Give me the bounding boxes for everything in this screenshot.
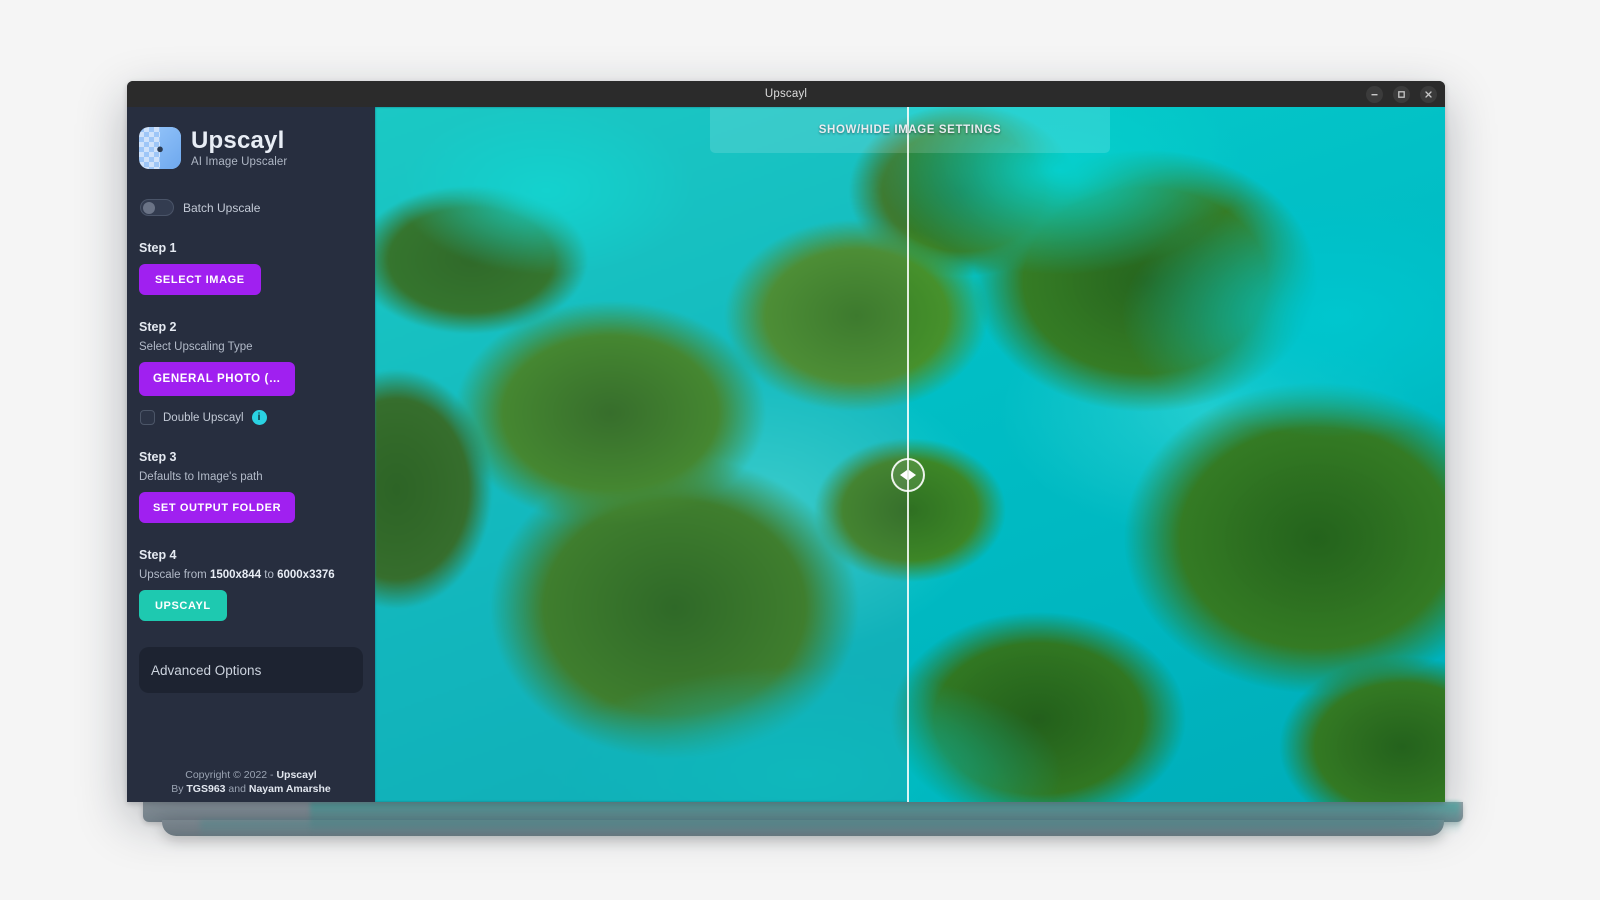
step-1-title: Step 1 [139,241,177,255]
sidebar-footer: Copyright © 2022 - Upscayl By TGS963 and… [127,768,375,802]
window-body: ● Upscayl AI Image Upscaler Batch Upscal… [127,107,1445,802]
logo-glyph-icon: ● [156,140,164,156]
sidebar-content: ● Upscayl AI Image Upscaler Batch Upscal… [127,125,375,768]
set-output-folder-button[interactable]: SET OUTPUT FOLDER [139,492,296,523]
double-upscayl-checkbox[interactable] [140,410,155,425]
footer-copyright-prefix: Copyright © 2022 - [185,768,277,781]
window-title: Upscayl [764,88,808,100]
upscaling-type-select[interactable]: GENERAL PHOTO (… [139,362,296,396]
upscale-prefix: Upscale from [139,569,210,581]
footer-author-1: TGS963 [186,782,226,795]
show-hide-image-settings-label: SHOW/HIDE IMAGE SETTINGS [818,124,1002,136]
show-hide-image-settings-button[interactable]: SHOW/HIDE IMAGE SETTINGS [710,107,1110,153]
step-4-title: Step 4 [139,548,177,562]
comparison-split-line [907,107,909,802]
close-button[interactable] [1420,85,1437,103]
sidebar: ● Upscayl AI Image Upscaler Batch Upscal… [127,107,375,802]
advanced-options-label: Advanced Options [151,662,262,678]
source-size: 1500x844 [209,569,262,581]
upscayl-logo-icon: ● [139,127,181,169]
comparison-slider-handle[interactable] [891,458,925,492]
footer-authors: By TGS963 and Nayam Amarshe [139,782,363,796]
toggle-knob [143,202,155,214]
footer-app-name: Upscayl [276,768,317,781]
minimize-button[interactable] [1366,85,1383,103]
arrow-left-icon [900,470,907,480]
step-2-description: Select Upscaling Type [139,341,253,353]
double-upscayl-label: Double Upscayl [163,411,244,424]
window-controls [1366,81,1437,107]
brand-tagline: AI Image Upscaler [191,155,288,168]
step-3-description: Defaults to Image's path [139,471,263,483]
batch-upscale-row[interactable]: Batch Upscale [140,199,363,216]
step-2-title: Step 2 [139,320,177,334]
brand-text: Upscayl AI Image Upscaler [191,128,287,167]
upscayl-button[interactable]: UPSCAYL [139,590,227,621]
arrow-right-icon [909,470,916,480]
footer-authors-prefix: By [171,782,187,795]
image-comparison-viewer[interactable]: SHOW/HIDE IMAGE SETTINGS [375,107,1445,802]
window-titlebar: Upscayl [127,81,1445,107]
target-size: 6000x3376 [277,569,335,581]
brand-name: Upscayl [191,127,285,155]
scene-background: Upscayl ● Upscayl AI Image Upscaler Batc… [0,0,1600,900]
info-icon[interactable]: i [251,410,267,425]
brand-header: ● Upscayl AI Image Upscaler [139,125,363,169]
advanced-options-panel[interactable]: Advanced Options [139,647,363,693]
step-3-title: Step 3 [139,450,177,464]
footer-author-2: Nayam Amarshe [248,782,331,795]
batch-upscale-label: Batch Upscale [183,200,261,215]
double-upscayl-row[interactable]: Double Upscayl i [140,410,363,425]
app-window: Upscayl ● Upscayl AI Image Upscaler Batc… [127,81,1445,802]
footer-copyright: Copyright © 2022 - Upscayl [139,768,363,782]
select-image-button[interactable]: SELECT IMAGE [139,264,261,295]
batch-upscale-toggle[interactable] [140,199,174,216]
laptop-base-lower [162,820,1444,836]
footer-authors-middle: and [225,782,249,795]
laptop-base-upper [143,802,1463,822]
upscale-middle: to [261,569,278,581]
upscale-size-info: Upscale from 1500x844 to 6000x3376 [139,569,363,581]
maximize-button[interactable] [1393,85,1410,103]
